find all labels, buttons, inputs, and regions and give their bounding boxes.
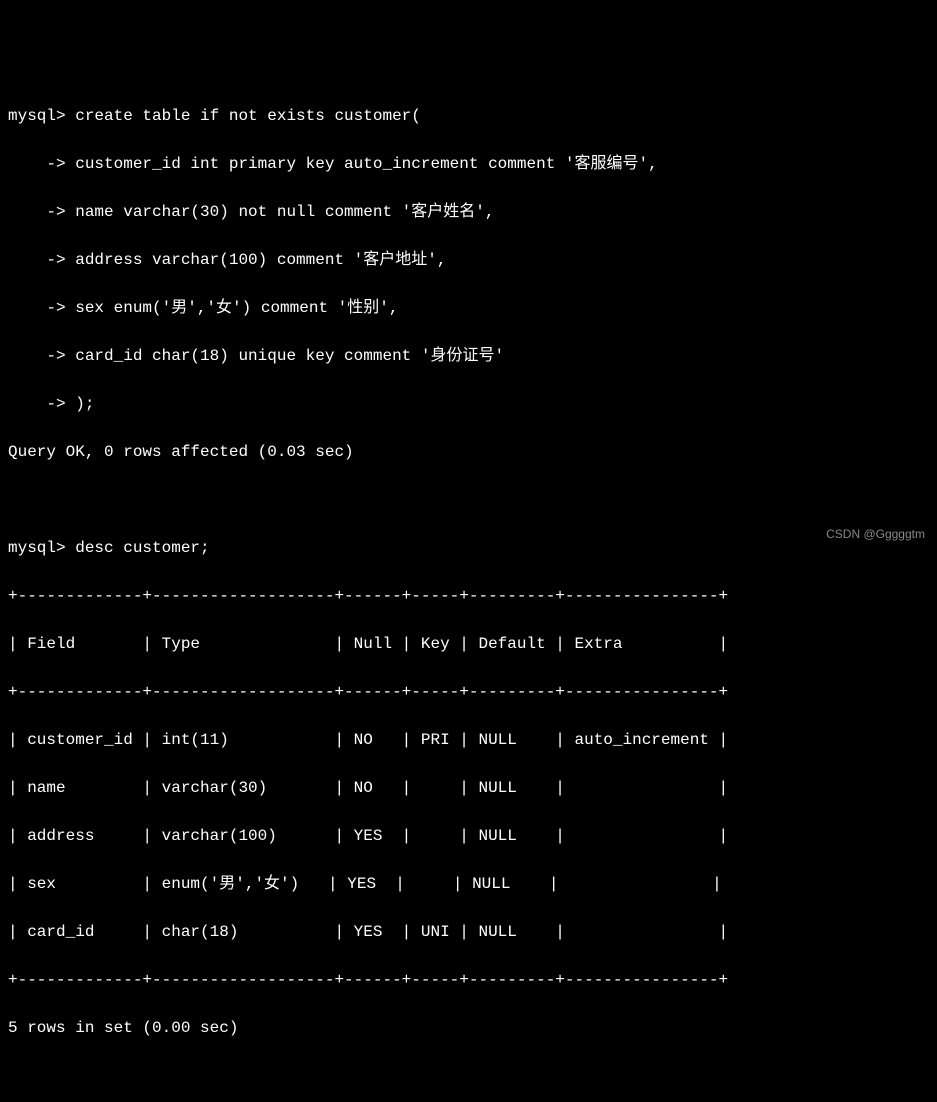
sql-text: card_id char(18) unique key comment '身份证…	[66, 347, 504, 365]
prompt-cont: ->	[8, 347, 66, 365]
prompt-cont: ->	[8, 251, 66, 269]
watermark: CSDN @Gggggtm	[826, 525, 925, 543]
prompt-cont: ->	[8, 395, 66, 413]
blank-line	[8, 488, 929, 512]
sql-text: name varchar(30) not null comment '客户姓名'…	[66, 203, 495, 221]
table-border: +-------------+-------------------+-----…	[8, 680, 929, 704]
sql-line: -> card_id char(18) unique key comment '…	[8, 344, 929, 368]
sql-text: address varchar(100) comment '客户地址',	[66, 251, 447, 269]
sql-text: create table if not exists customer(	[66, 107, 421, 125]
table-header: | Field | Type | Null | Key | Default | …	[8, 632, 929, 656]
sql-text: desc customer;	[66, 539, 210, 557]
table-border: +-------------+-------------------+-----…	[8, 968, 929, 992]
sql-line: mysql> create table if not exists custom…	[8, 104, 929, 128]
table-row: | card_id | char(18) | YES | UNI | NULL …	[8, 920, 929, 944]
table-row: | address | varchar(100) | YES | | NULL …	[8, 824, 929, 848]
sql-line: -> customer_id int primary key auto_incr…	[8, 152, 929, 176]
sql-line: mysql> desc customer;	[8, 536, 929, 560]
table-row: | sex | enum('男','女') | YES | | NULL | |	[8, 872, 929, 896]
sql-line: -> address varchar(100) comment '客户地址',	[8, 248, 929, 272]
prompt-cont: ->	[8, 155, 66, 173]
blank-line	[8, 1064, 929, 1088]
sql-line: -> sex enum('男','女') comment '性别',	[8, 296, 929, 320]
sql-text: customer_id int primary key auto_increme…	[66, 155, 658, 173]
prompt-cont: ->	[8, 203, 66, 221]
result-line: 5 rows in set (0.00 sec)	[8, 1016, 929, 1040]
sql-line: -> name varchar(30) not null comment '客户…	[8, 200, 929, 224]
result-line: Query OK, 0 rows affected (0.03 sec)	[8, 440, 929, 464]
prompt: mysql>	[8, 539, 66, 557]
table-row: | customer_id | int(11) | NO | PRI | NUL…	[8, 728, 929, 752]
prompt-cont: ->	[8, 299, 66, 317]
table-border: +-------------+-------------------+-----…	[8, 584, 929, 608]
sql-text: sex enum('男','女') comment '性别',	[66, 299, 399, 317]
sql-text: );	[66, 395, 95, 413]
sql-line: -> );	[8, 392, 929, 416]
prompt: mysql>	[8, 107, 66, 125]
table-row: | name | varchar(30) | NO | | NULL | |	[8, 776, 929, 800]
